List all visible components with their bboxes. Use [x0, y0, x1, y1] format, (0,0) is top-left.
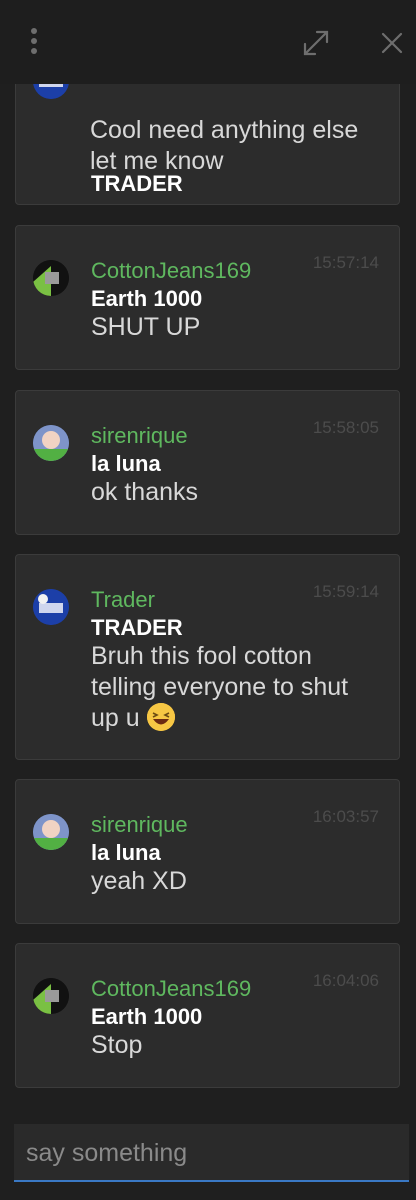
- close-icon[interactable]: [378, 29, 406, 57]
- cottonjeans-avatar: [33, 260, 69, 296]
- username[interactable]: sirenrique: [91, 812, 188, 838]
- username[interactable]: CottonJeans169: [91, 976, 251, 1002]
- timestamp: 16:03:57: [312, 807, 379, 826]
- message-text: ok thanks: [91, 478, 199, 506]
- message-card: Trader 15:59:14 TRADER Bruh this fool co…: [15, 554, 400, 760]
- username[interactable]: Trader: [91, 587, 155, 613]
- laughing-emoji-icon: [146, 703, 175, 731]
- message-text: Bruh this fool cotton telling everyone t…: [91, 642, 349, 732]
- message-card: CottonJeans169 15:57:14 Earth 1000 SHUT …: [15, 225, 400, 370]
- trader-avatar: [33, 84, 69, 99]
- timestamp: 16:04:06: [312, 971, 379, 990]
- sirenrique-avatar: [33, 425, 69, 461]
- chat-header: [0, 0, 416, 84]
- message-feed[interactable]: TRADER CottonJeans169 15:57:14 Earth 100…: [0, 84, 416, 1114]
- display-name: Earth 1000: [91, 1004, 203, 1029]
- message-text: SHUT UP: [91, 313, 201, 341]
- display-name: la luna: [91, 451, 161, 476]
- timestamp: 15:57:14: [312, 253, 379, 272]
- message-text: yeah XD: [91, 867, 187, 895]
- message-input[interactable]: [24, 1134, 398, 1172]
- message-text: Stop: [91, 1031, 143, 1059]
- message-card: sirenrique 16:03:57 la luna yeah XD: [15, 779, 400, 924]
- timestamp: 15:58:05: [312, 418, 379, 437]
- sirenrique-avatar: [33, 814, 69, 850]
- username[interactable]: CottonJeans169: [91, 258, 251, 284]
- display-name: Earth 1000: [91, 286, 203, 311]
- cottonjeans-avatar: [33, 978, 69, 1014]
- username[interactable]: sirenrique: [91, 423, 188, 449]
- trader-avatar: [33, 589, 69, 625]
- kebab-menu-icon[interactable]: [22, 26, 46, 58]
- timestamp: 15:59:14: [312, 582, 379, 601]
- display-name: TRADER: [91, 615, 183, 640]
- display-name: la luna: [91, 840, 161, 865]
- message-composer: [14, 1124, 409, 1182]
- message-text-block: Bruh this fool cotton telling everyone t…: [91, 641, 381, 734]
- message-card: CottonJeans169 16:04:06 Earth 1000 Stop: [15, 943, 400, 1088]
- expand-icon[interactable]: [300, 27, 332, 59]
- message-text: Cool need anything else let me know: [90, 116, 359, 175]
- message-card: sirenrique 15:58:05 la luna ok thanks: [15, 390, 400, 535]
